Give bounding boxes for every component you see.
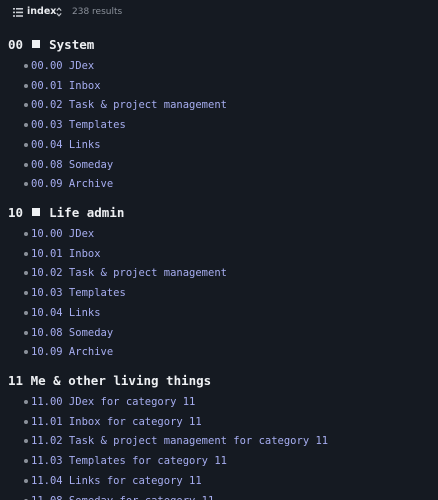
bullet-icon xyxy=(24,330,28,335)
bullet-icon xyxy=(24,162,28,167)
index-dropdown-label[interactable]: index xyxy=(27,5,56,19)
square-icon xyxy=(31,40,40,48)
item-link[interactable]: 10.03 Templates xyxy=(31,285,126,301)
bullet-icon xyxy=(24,103,28,108)
bullet-icon xyxy=(24,310,28,315)
item-link[interactable]: 11.04 Links for category 11 xyxy=(31,473,202,489)
square-icon xyxy=(31,208,40,216)
bullet-icon xyxy=(24,419,28,424)
bullet-icon xyxy=(24,64,28,68)
bullet-icon xyxy=(24,350,28,355)
category-number: 11 xyxy=(8,373,24,388)
category-number: 00 xyxy=(8,37,24,52)
item-link[interactable]: 11.00 JDex for category 11 xyxy=(31,394,195,410)
item-link[interactable]: 10.04 Links xyxy=(31,305,101,321)
bullet-icon xyxy=(24,271,28,276)
category-heading: 11 Me & other living things xyxy=(8,373,211,389)
bullet-icon xyxy=(24,459,28,464)
item-link[interactable]: 11.08 Someday for category 11 xyxy=(31,493,214,500)
toolbar: index 238 results xyxy=(0,0,438,24)
category-heading: 00 System xyxy=(8,37,94,53)
item-link[interactable]: 11.01 Inbox for category 11 xyxy=(31,414,202,430)
item-link[interactable]: 00.09 Archive xyxy=(31,176,113,192)
bullet-icon xyxy=(24,439,28,444)
item-link[interactable]: 00.00 JDex xyxy=(31,58,94,74)
bullet-icon xyxy=(24,123,28,128)
item-link[interactable]: 10.02 Task & project management xyxy=(31,265,227,281)
item-link[interactable]: 00.02 Task & project management xyxy=(31,97,227,113)
item-link[interactable]: 00.03 Templates xyxy=(31,117,126,133)
bullet-icon xyxy=(24,400,28,404)
category-title: System xyxy=(49,37,95,52)
item-link[interactable]: 10.09 Archive xyxy=(31,344,113,360)
bullet-icon xyxy=(24,478,28,483)
results-count: 238 results xyxy=(72,7,123,17)
bullet-icon xyxy=(24,83,28,88)
category-title: Me & other living things xyxy=(30,373,212,388)
category-number: 10 xyxy=(8,205,24,220)
item-link[interactable]: 00.04 Links xyxy=(31,137,101,153)
category-title: Life admin xyxy=(49,205,125,220)
bullet-icon xyxy=(24,142,28,147)
item-link[interactable]: 10.01 Inbox xyxy=(31,246,101,262)
list-icon xyxy=(13,8,23,17)
bullet-icon xyxy=(24,182,28,187)
item-link[interactable]: 00.01 Inbox xyxy=(31,78,101,94)
item-link[interactable]: 11.02 Task & project management for cate… xyxy=(31,433,328,449)
item-link[interactable]: 10.00 JDex xyxy=(31,226,94,242)
category-heading: 10 Life admin xyxy=(8,205,124,221)
chevron-up-down-icon[interactable] xyxy=(56,7,62,17)
item-link[interactable]: 11.03 Templates for category 11 xyxy=(31,453,227,469)
bullet-icon xyxy=(24,232,28,236)
item-link[interactable]: 00.08 Someday xyxy=(31,157,113,173)
bullet-icon xyxy=(24,291,28,296)
item-link[interactable]: 10.08 Someday xyxy=(31,325,113,341)
bullet-icon xyxy=(24,251,28,256)
